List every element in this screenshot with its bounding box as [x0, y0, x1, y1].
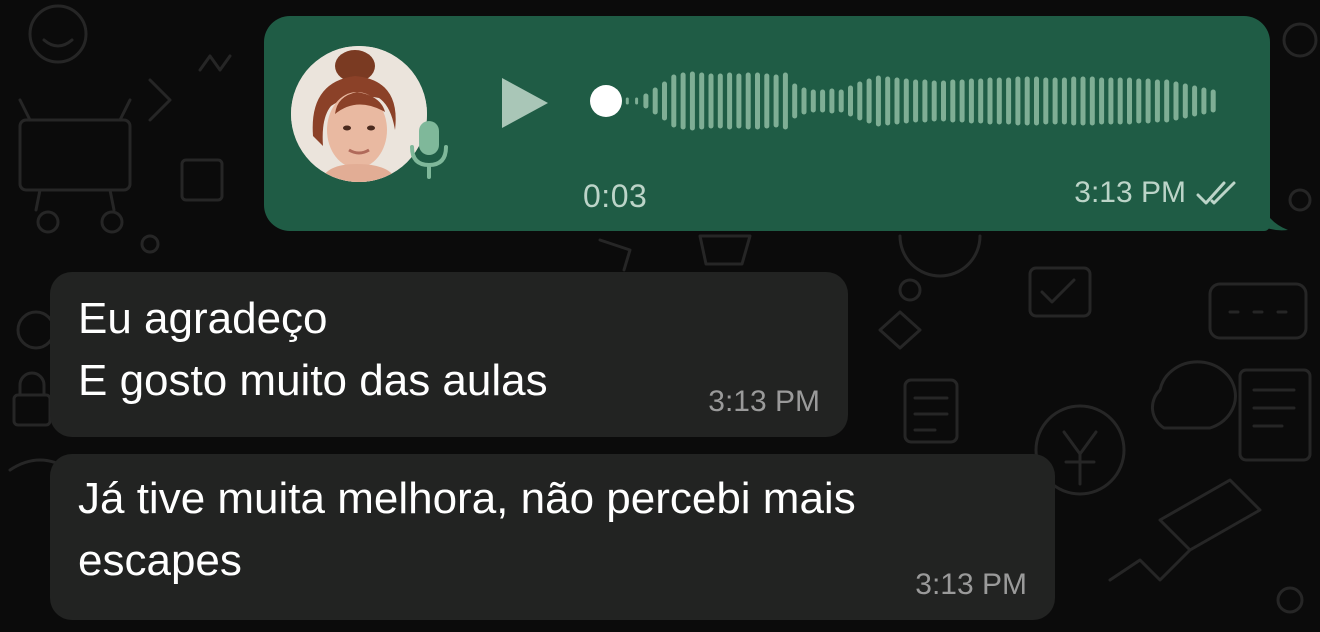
- message-line: escapes: [78, 536, 242, 585]
- message-time: 3:13 PM: [1074, 176, 1186, 209]
- message-time: 3:13 PM: [915, 568, 1027, 601]
- message-time: 3:13 PM: [708, 385, 820, 418]
- microphone-icon: [410, 121, 448, 179]
- play-icon[interactable]: [494, 72, 556, 134]
- playback-scrubber-handle[interactable]: [590, 85, 622, 117]
- message-line: Já tive muita melhora, não percebi mais: [78, 474, 856, 523]
- message-meta: 3:13 PM: [1074, 176, 1242, 210]
- message-line: E gosto muito das aulas: [78, 356, 548, 405]
- double-check-icon: [1196, 181, 1236, 205]
- incoming-message[interactable]: Eu agradeço E gosto muito das aulas 3:13…: [50, 272, 848, 437]
- voice-duration: 0:03: [583, 178, 648, 214]
- message-text: Já tive muita melhora, não percebi mais …: [78, 468, 856, 592]
- audio-waveform[interactable]: [590, 64, 1230, 138]
- message-text: Eu agradeço E gosto muito das aulas: [78, 288, 548, 412]
- voice-message-bubble[interactable]: 0:03 3:13 PM: [264, 16, 1270, 231]
- message-line: Eu agradeço: [78, 294, 328, 343]
- incoming-message[interactable]: Já tive muita melhora, não percebi mais …: [50, 454, 1055, 620]
